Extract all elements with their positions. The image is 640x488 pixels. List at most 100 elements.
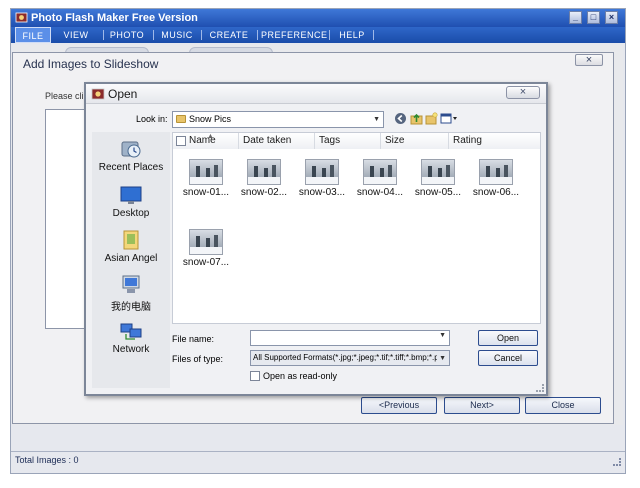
files-of-type-select[interactable]: All Supported Formats(*.jpg;*.jpeg;*.tif… (250, 350, 450, 366)
file-item[interactable]: snow-05... (409, 159, 467, 207)
open-button[interactable]: Open (478, 330, 538, 346)
file-item[interactable]: snow-06... (467, 159, 525, 207)
menu-help[interactable]: HELP (335, 27, 369, 43)
app-title: Photo Flash Maker Free Version (31, 12, 198, 24)
add-images-dialog-title: Add Images to Slideshow (23, 57, 159, 71)
place-my-computer[interactable]: 我的电脑 (92, 274, 170, 313)
file-name: snow-01... (182, 187, 230, 198)
column-header-tags[interactable]: Tags (315, 133, 381, 149)
open-read-only-checkbox[interactable] (250, 371, 260, 381)
open-read-only-label: Open as read-only (263, 371, 338, 381)
look-in-value: Snow Pics (189, 114, 232, 124)
file-name: snow-07... (182, 257, 230, 268)
close-button[interactable]: × (605, 11, 618, 24)
places-bar: Recent Places Desktop Asian Angel 我的电脑 N… (92, 132, 170, 388)
files-of-type-value: All Supported Formats(*.jpg;*.jpeg;*.tif… (253, 353, 439, 362)
file-item[interactable]: snow-01... (177, 159, 235, 207)
user-folder-icon (123, 230, 139, 250)
desktop-icon (120, 186, 142, 204)
open-dialog-title: Open (108, 87, 138, 101)
app-logo-icon (15, 12, 28, 23)
add-images-close-button[interactable]: × (575, 54, 603, 66)
network-icon (120, 323, 142, 340)
menu-file[interactable]: FILE (15, 27, 51, 43)
menu-separator (201, 30, 202, 40)
image-thumbnail (189, 229, 223, 255)
maximize-button[interactable]: □ (587, 11, 600, 24)
cancel-button[interactable]: Cancel (478, 350, 538, 366)
place-label: Asian Angel (104, 253, 158, 264)
image-thumbnail (189, 159, 223, 185)
minimize-button[interactable]: _ (569, 11, 582, 24)
image-thumbnail (421, 159, 455, 185)
menu-photo[interactable]: PHOTO (107, 27, 147, 43)
file-item[interactable]: snow-02... (235, 159, 293, 207)
up-folder-icon[interactable] (410, 112, 423, 125)
menu-separator (103, 30, 104, 40)
open-dialog-titlebar[interactable]: Open × (86, 84, 546, 104)
place-desktop[interactable]: Desktop (92, 184, 170, 219)
file-name: snow-02... (240, 187, 288, 198)
chevron-down-icon[interactable]: ▼ (439, 332, 446, 339)
place-label: 我的电脑 (111, 302, 151, 313)
file-item[interactable]: snow-04... (351, 159, 409, 207)
previous-button[interactable]: <Previous (361, 397, 437, 414)
next-button[interactable]: Next> (444, 397, 520, 414)
file-name: snow-04... (356, 187, 404, 198)
file-list[interactable]: ▲ Name Date taken Tags Size Rating snow-… (172, 132, 541, 324)
dialog-resize-grip[interactable] (536, 384, 544, 392)
image-thumbnail (479, 159, 513, 185)
menu-separator (329, 30, 330, 40)
add-images-hint: Please cli (45, 91, 84, 101)
files-of-type-label: Files of type: (172, 354, 224, 364)
file-name: snow-06... (472, 187, 520, 198)
new-folder-icon[interactable] (425, 112, 438, 125)
open-file-dialog: Open × Look in: Snow Pics ▼ Recent Place… (84, 82, 548, 396)
menu-separator (257, 30, 258, 40)
file-item[interactable]: snow-07... (177, 229, 235, 277)
place-asian-angel[interactable]: Asian Angel (92, 229, 170, 264)
menu-bar: FILE VIEW PHOTO MUSIC CREATE PREFERENCE … (11, 27, 625, 43)
place-label: Desktop (112, 208, 150, 219)
app-logo-icon (91, 88, 105, 100)
look-in-label: Look in: (136, 114, 168, 124)
open-dialog-close-button[interactable]: × (506, 86, 540, 99)
file-item[interactable]: snow-03... (293, 159, 351, 207)
look-in-select[interactable]: Snow Pics ▼ (172, 111, 384, 128)
folder-icon (176, 115, 186, 123)
file-name: snow-03... (298, 187, 346, 198)
menu-separator (373, 30, 374, 40)
place-label: Recent Places (98, 162, 164, 173)
menu-music[interactable]: MUSIC (157, 27, 197, 43)
menu-separator (153, 30, 154, 40)
total-images-status: Total Images : 0 (15, 455, 79, 465)
menu-view[interactable]: VIEW (61, 27, 91, 43)
resize-grip[interactable] (613, 458, 621, 466)
column-header-size[interactable]: Size (381, 133, 449, 149)
chevron-down-icon: ▼ (373, 116, 380, 123)
status-bar: Total Images : 0 (11, 451, 625, 473)
image-thumbnail (363, 159, 397, 185)
image-thumbnail (247, 159, 281, 185)
menu-preference[interactable]: PREFERENCE (261, 27, 327, 43)
computer-icon (122, 275, 140, 293)
column-header-rating[interactable]: Rating (449, 133, 540, 149)
close-button-footer[interactable]: Close (525, 397, 601, 414)
select-all-checkbox[interactable] (176, 136, 186, 146)
chevron-down-icon: ▼ (437, 352, 446, 365)
place-network[interactable]: Network (92, 320, 170, 355)
file-name-input[interactable]: ▼ (250, 330, 450, 346)
menu-create[interactable]: CREATE (207, 27, 251, 43)
column-header-date-taken[interactable]: Date taken (239, 133, 315, 149)
file-name-label: File name: (172, 334, 215, 344)
app-titlebar[interactable]: Photo Flash Maker Free Version _ □ × (11, 9, 625, 27)
views-icon[interactable] (440, 112, 458, 125)
column-header-name[interactable]: ▲ Name (173, 133, 239, 149)
place-recent-places[interactable]: Recent Places (92, 138, 170, 173)
recent-places-icon (121, 141, 141, 158)
image-list-panel[interactable] (45, 109, 89, 329)
place-label: Network (112, 344, 150, 355)
file-name: snow-05... (414, 187, 462, 198)
back-icon[interactable] (394, 112, 407, 125)
image-thumbnail (305, 159, 339, 185)
